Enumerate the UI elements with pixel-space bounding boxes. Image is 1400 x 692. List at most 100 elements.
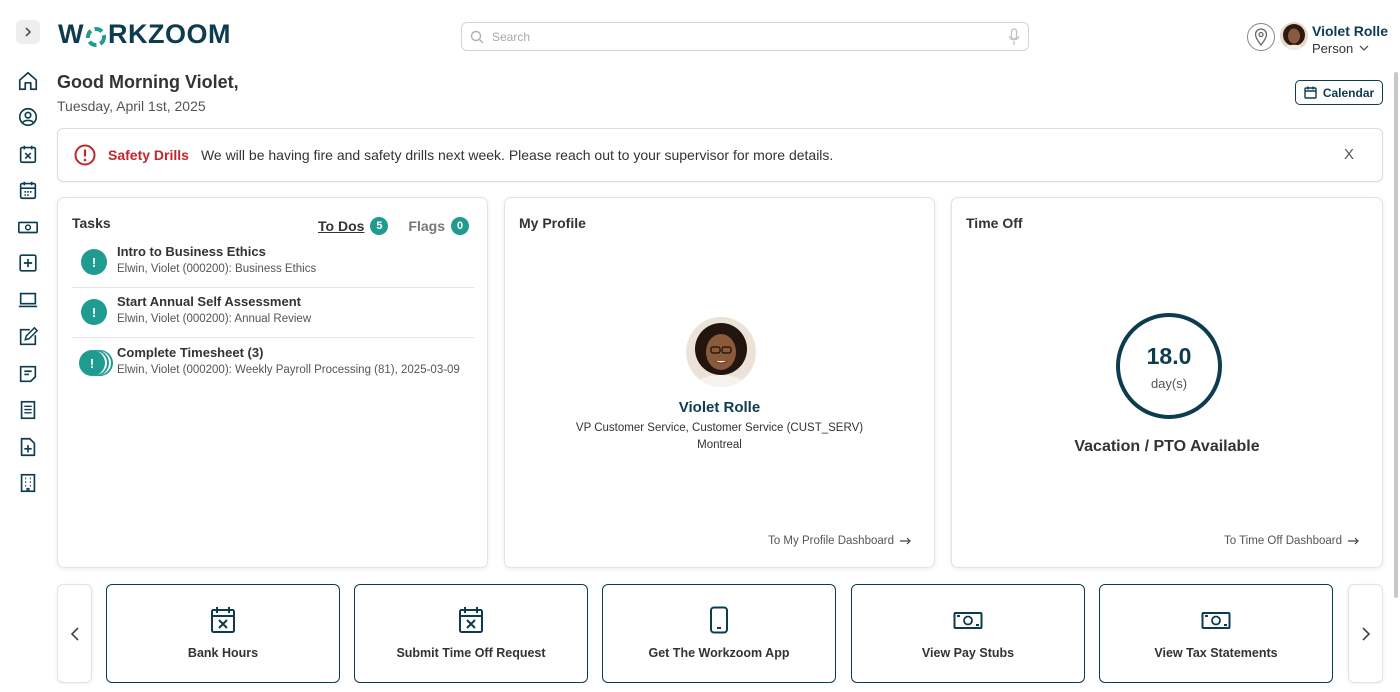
notes-icon	[19, 365, 37, 383]
calendar-icon	[1304, 86, 1317, 99]
sidebar-item-learning[interactable]	[16, 288, 40, 312]
bank-hours-button[interactable]: Bank Hours	[106, 584, 340, 683]
time-off-card-title: Time Off	[966, 215, 1023, 231]
user-name[interactable]: Violet Rolle	[1312, 23, 1388, 39]
task-item[interactable]: ! Intro to Business Ethics Elwin, Violet…	[72, 238, 474, 288]
get-app-button[interactable]: Get The Workzoom App	[602, 584, 836, 683]
greeting-date: Tuesday, April 1st, 2025	[57, 98, 206, 114]
task-alert-icon: !	[81, 249, 107, 275]
time-off-icon	[19, 145, 37, 164]
sidebar-item-notes[interactable]	[16, 362, 40, 386]
view-pay-stubs-button[interactable]: View Pay Stubs	[851, 584, 1085, 683]
profile-icon	[18, 107, 38, 127]
sidebar-expand-button[interactable]	[16, 20, 40, 44]
money-icon	[953, 612, 983, 629]
laptop-icon	[18, 292, 38, 308]
carousel-next-button[interactable]	[1348, 584, 1383, 683]
profile-location: Montreal	[697, 439, 742, 451]
time-off-card: Time Off 18.0 day(s) Vacation / PTO Avai…	[951, 197, 1383, 568]
sidebar-item-time-off[interactable]	[16, 142, 40, 166]
sidebar-item-profile[interactable]	[16, 105, 40, 129]
location-pin-icon	[1254, 28, 1268, 46]
submit-time-off-button[interactable]: Submit Time Off Request	[354, 584, 588, 683]
profile-avatar	[686, 317, 756, 387]
task-subtitle: Elwin, Violet (000200): Business Ethics	[117, 263, 317, 275]
profile-dashboard-link[interactable]: To My Profile Dashboard	[768, 535, 912, 547]
time-off-dashboard-link[interactable]: To Time Off Dashboard	[1224, 535, 1360, 547]
task-title: Complete Timesheet (3)	[117, 345, 264, 360]
alert-close-button[interactable]: X	[1344, 146, 1354, 163]
home-icon	[18, 71, 38, 91]
arrow-right-icon	[900, 537, 911, 545]
profile-job-title: VP Customer Service, Customer Service (C…	[575, 422, 864, 434]
action-label: Get The Workzoom App	[648, 646, 790, 660]
location-button[interactable]	[1247, 23, 1275, 51]
schedule-icon	[19, 181, 37, 200]
pay-icon	[18, 221, 38, 234]
tab-flags-label: Flags	[408, 218, 445, 234]
pto-value: 18.0	[1146, 343, 1192, 369]
task-item[interactable]: ! Start Annual Self Assessment Elwin, Vi…	[72, 288, 474, 338]
calendar-button-label: Calendar	[1322, 85, 1375, 100]
phone-icon	[710, 606, 728, 634]
search-icon	[470, 30, 484, 43]
tasks-card: Tasks To Dos 5 Flags 0 ! Intro to Busine…	[57, 197, 488, 568]
sidebar-item-schedule[interactable]	[16, 178, 40, 202]
arrow-right-icon	[1348, 537, 1359, 545]
calendar-x-icon	[459, 607, 483, 633]
pto-balance-ring: 18.0 day(s)	[1116, 313, 1222, 419]
calendar-button[interactable]: Calendar	[1295, 80, 1383, 105]
user-avatar[interactable]	[1280, 22, 1308, 50]
microphone-icon[interactable]	[1008, 27, 1020, 46]
alert-icon	[74, 144, 96, 166]
todos-count-badge: 5	[370, 217, 389, 235]
tab-flags[interactable]: Flags 0	[408, 217, 469, 235]
chevron-down-icon	[1359, 45, 1369, 51]
view-tax-statements-button[interactable]: View Tax Statements	[1099, 584, 1333, 683]
profile-card-title: My Profile	[519, 215, 586, 231]
new-document-icon	[20, 437, 36, 457]
sidebar	[0, 0, 56, 692]
profile-name: Violet Rolle	[678, 399, 761, 416]
logo-ring-icon	[85, 24, 107, 47]
safety-alert-banner: Safety Drills We will be having fire and…	[57, 128, 1383, 182]
tasks-tabs: To Dos 5 Flags 0	[318, 217, 469, 235]
carousel-prev-button[interactable]	[57, 584, 92, 683]
task-title: Intro to Business Ethics	[117, 244, 266, 259]
sidebar-item-new-document[interactable]	[16, 435, 40, 459]
page-scrollbar[interactable]	[1394, 72, 1398, 598]
alert-message: We will be having fire and safety drills…	[200, 147, 834, 163]
time-off-dashboard-link-label: To Time Off Dashboard	[1223, 535, 1342, 547]
sidebar-item-pay[interactable]	[16, 215, 40, 239]
task-title: Start Annual Self Assessment	[117, 294, 301, 309]
task-subtitle: Elwin, Violet (000200): Weekly Payroll P…	[117, 364, 460, 376]
search-bar[interactable]	[461, 22, 1029, 51]
task-alert-icon: !	[81, 299, 107, 325]
edit-icon	[19, 326, 39, 346]
workzoom-logo: W RKZOOM	[58, 18, 231, 49]
sidebar-item-home[interactable]	[16, 69, 40, 93]
chevron-right-icon	[25, 27, 32, 37]
sidebar-item-organization[interactable]	[16, 471, 40, 495]
pto-label: Vacation / PTO Available	[1074, 438, 1260, 455]
action-label: Submit Time Off Request	[396, 646, 546, 660]
task-item[interactable]: ! Complete Timesheet (3) Elwin, Violet (…	[72, 339, 474, 389]
chevron-right-icon	[1361, 626, 1370, 641]
user-role-label: Person	[1312, 41, 1354, 56]
logo-text-start: W	[58, 18, 84, 49]
action-label: View Pay Stubs	[921, 646, 1015, 660]
sidebar-item-edit[interactable]	[16, 325, 40, 349]
flags-count-badge: 0	[451, 217, 469, 235]
document-icon	[20, 400, 36, 420]
tab-todos[interactable]: To Dos 5	[318, 217, 389, 235]
pto-unit: day(s)	[1150, 376, 1188, 391]
task-subtitle: Elwin, Violet (000200): Annual Review	[117, 313, 312, 325]
alert-title: Safety Drills	[108, 147, 189, 163]
money-icon	[1201, 612, 1231, 629]
chevron-left-icon	[70, 626, 79, 641]
sidebar-item-documents[interactable]	[16, 398, 40, 422]
sidebar-item-add[interactable]	[16, 251, 40, 275]
building-icon	[20, 473, 36, 493]
user-role-dropdown[interactable]: Person	[1312, 41, 1369, 56]
search-input[interactable]	[492, 29, 1008, 44]
